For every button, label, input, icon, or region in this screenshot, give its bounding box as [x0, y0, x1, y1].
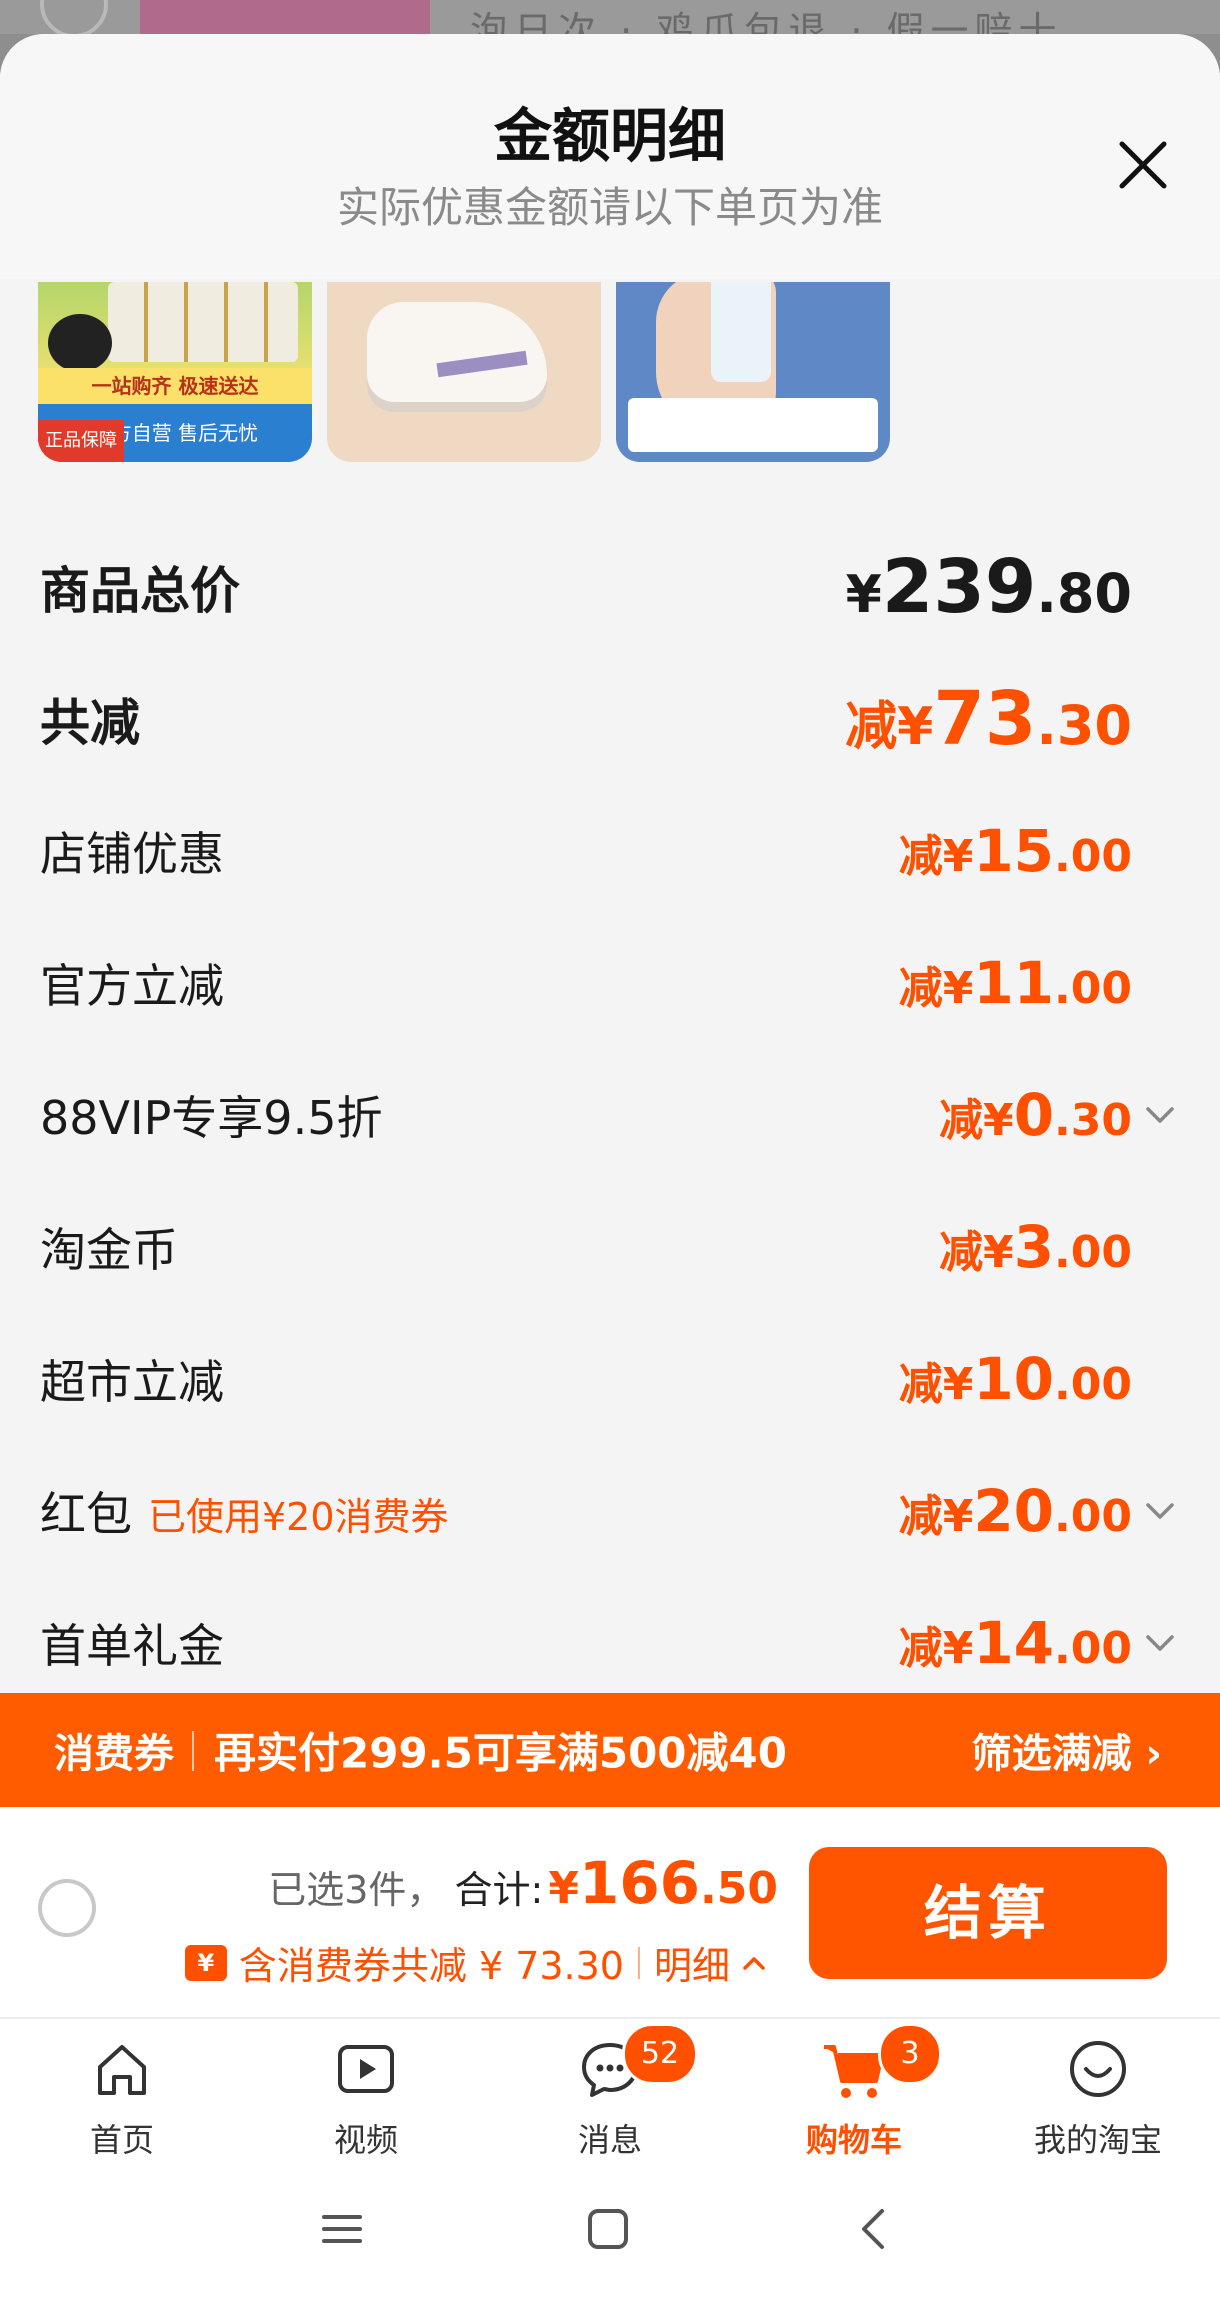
chevron-down-icon[interactable]	[1140, 1095, 1180, 1135]
discount-detail-toggle[interactable]: ¥ 含消费券共减 ¥ 73.30 明细	[184, 1935, 768, 1990]
video-icon	[338, 2045, 394, 2093]
tab-messages[interactable]: 52 消息	[488, 2019, 732, 2159]
profile-icon	[1070, 2041, 1126, 2097]
tab-my-taobao[interactable]: 我的淘宝	[976, 2019, 1220, 2159]
row-first-order-gift[interactable]: 首单礼金 减¥14.00	[0, 1588, 1220, 1698]
home-icon	[98, 2045, 146, 2095]
row-shop-discount: 店铺优惠 减¥15.00	[40, 817, 1132, 885]
chevron-down-icon[interactable]	[1140, 1623, 1180, 1663]
row-total-price: 商品总价 ¥239.80	[40, 544, 1132, 630]
product-thumbnails: 一站购齐 极速送达 官方自营 售后无忧 正品保障	[0, 282, 1220, 467]
total-reduction-value: 减¥73.30	[845, 676, 1132, 762]
coupon-promo-bar[interactable]: 消费券 再实付299.5可享满500减40 筛选满减 ›	[0, 1693, 1220, 1807]
sheet-header: 金额明细 实际优惠金额请以下单页为准	[0, 34, 1220, 279]
background-product-image	[140, 0, 430, 34]
system-navigation-bar	[0, 2157, 1220, 2303]
detail-label: 明细	[653, 1944, 730, 1988]
filter-full-reduction-link[interactable]: 筛选满减 ›	[972, 1721, 1162, 1779]
promo-tag: 消费券	[54, 1731, 174, 1777]
row-official-discount: 官方立减 减¥11.00	[40, 949, 1132, 1017]
select-all-radio[interactable]	[38, 1879, 96, 1937]
product-thumbnail-bottle[interactable]	[616, 282, 890, 462]
background-page: 泡日次 · 鸡爪包退 · 假一赔十	[0, 0, 1220, 34]
size-table	[628, 398, 878, 452]
promo-divider	[192, 1731, 194, 1771]
total-amount: ¥166.50	[548, 1849, 778, 1917]
tab-cart[interactable]: 3 购物车	[732, 2019, 976, 2159]
background-radio	[40, 0, 108, 34]
total-price-value: ¥239.80	[845, 544, 1132, 630]
authentic-badge: 正品保障	[38, 420, 124, 462]
background-text: 泡日次 · 鸡爪包退 · 假一赔十	[470, 9, 1063, 34]
back-icon[interactable]	[846, 2201, 902, 2257]
message-count-badge: 52	[622, 2023, 698, 2085]
checkout-button[interactable]: 结算	[809, 1847, 1167, 1979]
row-88vip-discount[interactable]: 88VIP专享9.5折 减¥0.30	[0, 1060, 1220, 1170]
bottom-tab-bar: 首页 视频 52 消息 3 购物车 我的淘宝	[0, 2017, 1220, 2159]
product-thumbnail-grocery[interactable]: 一站购齐 极速送达 官方自营 售后无忧 正品保障	[38, 282, 312, 462]
tmall-cat-logo	[48, 314, 112, 372]
row-red-packet[interactable]: 红包 已使用¥20消费券 减¥20.00	[0, 1456, 1220, 1566]
menu-icon[interactable]	[314, 2201, 370, 2257]
product-thumbnail-shoes[interactable]	[327, 282, 601, 462]
chevron-up-icon	[743, 1956, 765, 1970]
row-taojin-coins: 淘金币 减¥3.00	[40, 1213, 1132, 1281]
close-icon	[1119, 141, 1167, 189]
close-button[interactable]	[1108, 130, 1178, 200]
tab-home[interactable]: 首页	[0, 2019, 244, 2159]
tab-video[interactable]: 视频	[244, 2019, 488, 2159]
sheet-title: 金额明细	[493, 102, 726, 170]
promo-message: 再实付299.5可享满500减40	[214, 1728, 787, 1778]
red-packet-note: 已使用¥20消费券	[148, 1495, 449, 1539]
coupon-icon: ¥	[184, 1944, 227, 1981]
sheet-subtitle: 实际优惠金额请以下单页为准	[336, 183, 883, 232]
row-total-reduction: 共减 减¥73.30	[40, 676, 1132, 762]
home-square-icon[interactable]	[580, 2201, 636, 2257]
chevron-down-icon[interactable]	[1140, 1491, 1180, 1531]
total-summary: 已选3件， 合计: ¥166.50	[268, 1849, 778, 1917]
row-supermarket-discount: 超市立减 减¥10.00	[40, 1345, 1132, 1413]
cart-count-badge: 3	[878, 2023, 942, 2085]
checkout-bar: 已选3件， 合计: ¥166.50 ¥ 含消费券共减 ¥ 73.30 明细 结算	[0, 1807, 1220, 2017]
